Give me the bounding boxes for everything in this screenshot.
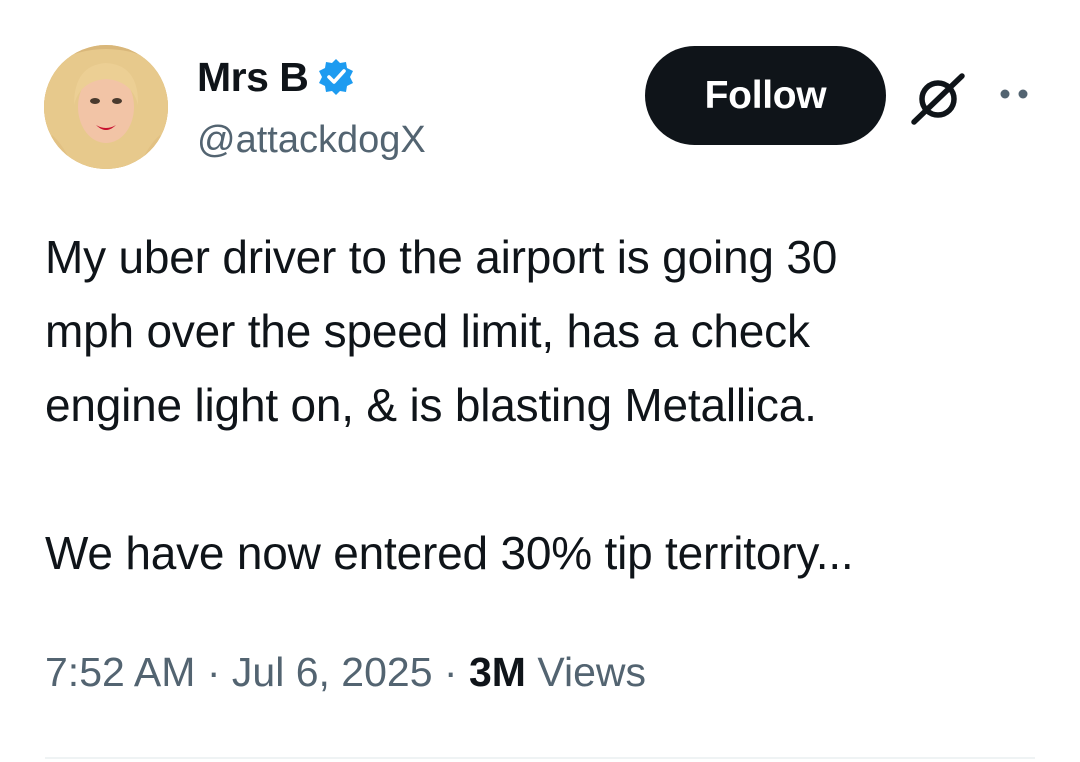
user-handle[interactable]: @attackdogX bbox=[197, 117, 426, 163]
display-name-text: Mrs B bbox=[197, 54, 309, 100]
more-options-icon[interactable] bbox=[996, 82, 1036, 106]
grok-icon[interactable] bbox=[908, 70, 968, 126]
tweet-line: engine light on, & is blasting Metallica… bbox=[45, 379, 817, 431]
follow-button[interactable]: Follow bbox=[645, 46, 886, 145]
display-name[interactable]: Mrs B bbox=[197, 53, 356, 101]
tweet-paragraph-1: My uber driver to the airport is going 3… bbox=[45, 220, 1045, 442]
tweet-text: My uber driver to the airport is going 3… bbox=[45, 220, 1045, 590]
tweet-line: My uber driver to the airport is going 3… bbox=[45, 231, 838, 283]
views-count: 3M bbox=[468, 649, 526, 695]
verified-badge-icon bbox=[316, 57, 356, 97]
avatar[interactable] bbox=[44, 45, 168, 169]
tweet-date[interactable]: Jul 6, 2025 bbox=[232, 649, 433, 695]
tweet-line: mph over the speed limit, has a check bbox=[45, 305, 810, 357]
meta-separator: · bbox=[443, 649, 458, 695]
views-label: Views bbox=[537, 649, 646, 695]
divider bbox=[45, 757, 1035, 759]
tweet-meta: 7:52 AM · Jul 6, 2025 · 3M Views bbox=[45, 645, 646, 699]
tweet-line: We have now entered 30% tip territory... bbox=[45, 527, 854, 579]
tweet-paragraph-2: We have now entered 30% tip territory... bbox=[45, 516, 1045, 590]
tweet-time[interactable]: 7:52 AM bbox=[45, 649, 195, 695]
meta-separator: · bbox=[206, 649, 221, 695]
avatar-image bbox=[44, 45, 168, 169]
